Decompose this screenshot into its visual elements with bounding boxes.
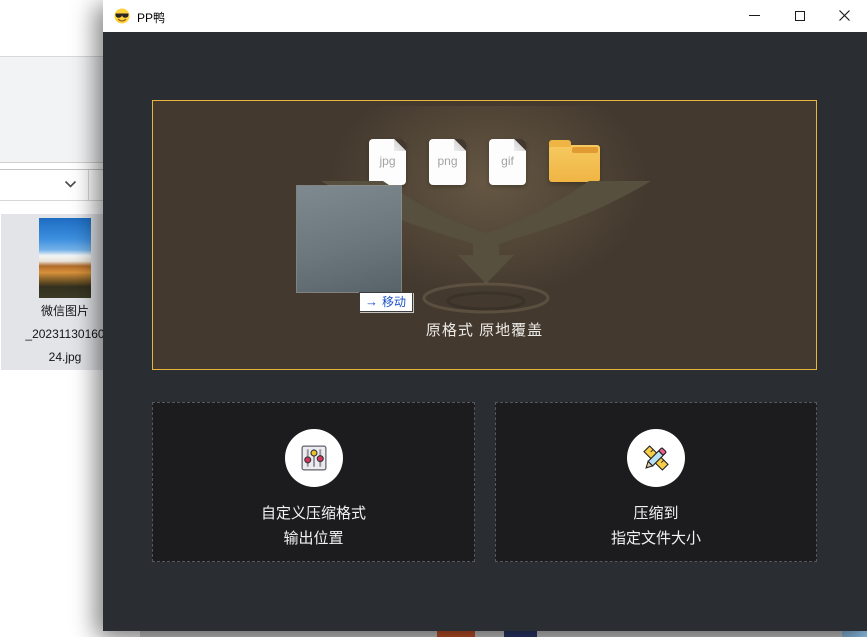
- custom-format-label: 自定义压缩格式 输出位置: [153, 501, 474, 551]
- sliders-icon: [299, 443, 329, 473]
- dropzone-caption: 原格式 原地覆盖: [153, 319, 816, 340]
- file-thumbnail[interactable]: [39, 218, 91, 298]
- target-size-tile[interactable]: 压缩到 指定文件大小: [495, 402, 817, 562]
- taskbar-app-navy[interactable]: [504, 631, 537, 637]
- move-label: 移动: [382, 293, 406, 310]
- close-button[interactable]: [822, 0, 867, 31]
- png-label: png: [429, 154, 466, 168]
- drag-ghost-image[interactable]: [297, 186, 401, 292]
- gif-file-icon: gif: [489, 139, 526, 185]
- taskbar-app-orange[interactable]: [437, 631, 475, 637]
- taskbar-sliver[interactable]: [103, 631, 867, 637]
- close-icon: [839, 10, 850, 21]
- folder-icon: [549, 145, 600, 182]
- drop-zone[interactable]: jpg png gif →: [152, 100, 817, 370]
- window-controls: [732, 0, 867, 31]
- custom-format-tile[interactable]: 自定义压缩格式 输出位置: [152, 402, 475, 562]
- app-sunglasses-smiley-icon: [114, 8, 130, 24]
- titlebar[interactable]: PP鸭: [103, 0, 867, 32]
- custom-format-line1: 自定义压缩格式: [153, 501, 474, 526]
- sliders-icon-circle: [285, 429, 343, 487]
- custom-format-line2: 输出位置: [153, 526, 474, 551]
- target-size-line2: 指定文件大小: [496, 526, 816, 551]
- maximize-button[interactable]: [777, 0, 822, 31]
- png-file-icon: png: [429, 139, 466, 185]
- jpg-label: jpg: [369, 154, 406, 168]
- desktop: 微信图片 _20231130160 24.jpg PP鸭: [0, 0, 867, 637]
- ruler-pencil-icon-circle: [627, 429, 685, 487]
- target-size-label: 压缩到 指定文件大小: [496, 501, 816, 551]
- combobox-divider: [88, 170, 89, 201]
- drag-move-cursor-badge: → 移动: [359, 292, 413, 312]
- ppduck-window: PP鸭 jpg pn: [103, 0, 867, 631]
- window-title: PP鸭: [137, 9, 165, 26]
- move-arrow-icon: →: [365, 294, 378, 309]
- minimize-button[interactable]: [732, 0, 777, 31]
- ruler-pencil-icon: [639, 441, 673, 475]
- jpg-file-icon: jpg: [369, 139, 406, 185]
- chevron-down-icon[interactable]: [64, 180, 77, 189]
- window-body: jpg png gif →: [103, 32, 867, 631]
- target-size-line1: 压缩到: [496, 501, 816, 526]
- taskbar-app-blue[interactable]: [842, 631, 867, 637]
- gif-label: gif: [489, 154, 526, 168]
